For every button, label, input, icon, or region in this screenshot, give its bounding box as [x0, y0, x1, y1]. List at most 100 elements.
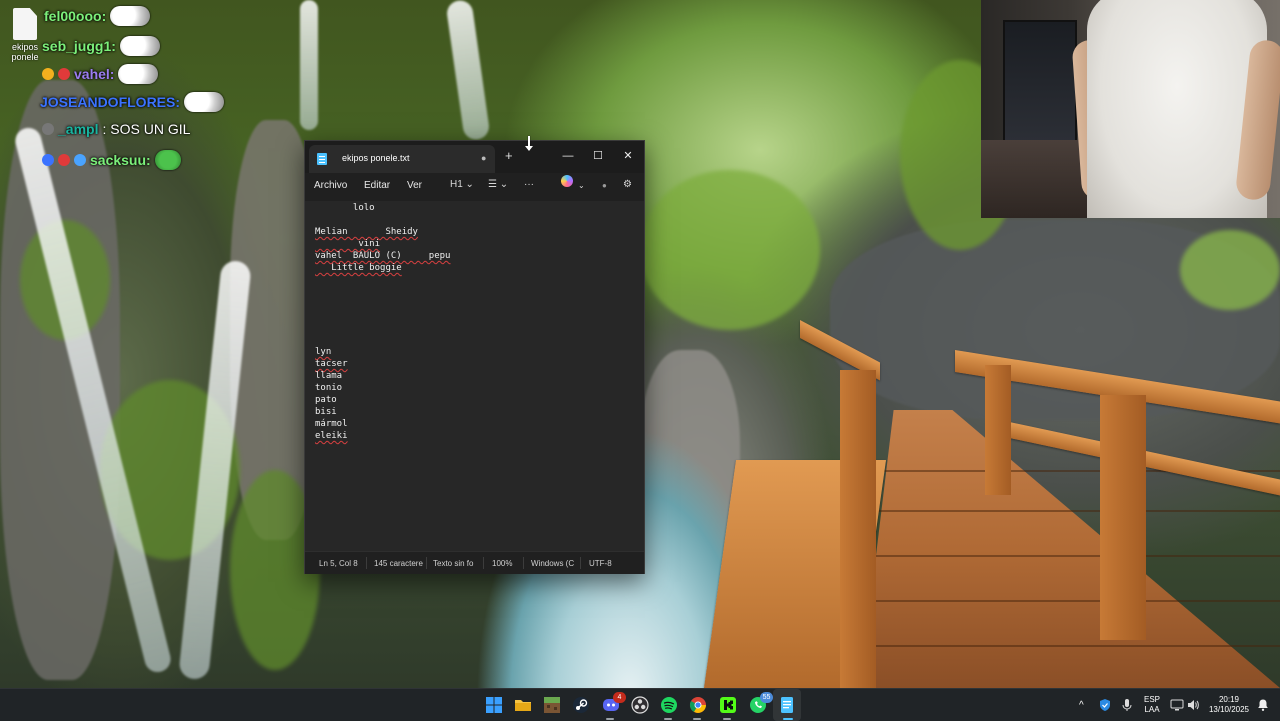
- keyboard-layout: LAA: [1144, 705, 1160, 714]
- text-line: tacser: [315, 359, 348, 369]
- minecraft-icon[interactable]: [542, 695, 562, 715]
- chat-message: seb_jugg1:: [42, 36, 160, 56]
- volume-icon[interactable]: [1186, 698, 1200, 712]
- kick-icon[interactable]: [718, 695, 738, 715]
- chat-badge-icon: [42, 68, 54, 80]
- heading-dropdown[interactable]: H1 ⌄: [450, 179, 474, 190]
- menu-bar: Archivo Editar Ver H1 ⌄ ☰ ⌄ ··· ⌄ ● ⚙: [305, 173, 644, 201]
- text-editor-area[interactable]: lolo Melian Sheidy vini vahel BAULO (C) …: [305, 201, 644, 551]
- text-line: bisi: [315, 407, 337, 417]
- network-icon[interactable]: [1170, 698, 1184, 712]
- notification-bell-icon[interactable]: [1257, 698, 1269, 712]
- taskbar: 4 55 ^ ESP LAA 20:19 13/10/2025: [0, 688, 1280, 721]
- menu-archivo[interactable]: Archivo: [314, 180, 347, 191]
- copilot-icon[interactable]: [561, 175, 573, 187]
- cursor-position: Ln 5, Col 8: [319, 559, 358, 568]
- chat-message: _ampl : SOS UN GIL: [42, 121, 190, 137]
- emote-icon: [119, 36, 160, 56]
- chat-username: JOSEANDOFLORES:: [40, 94, 181, 110]
- mouse-cursor-icon: [525, 136, 533, 151]
- notification-badge: 55: [760, 692, 773, 703]
- character-count: 145 caractere: [374, 559, 423, 568]
- chat-username: vahel:: [74, 66, 115, 82]
- text-line: mármol: [315, 419, 348, 429]
- whatsapp-icon[interactable]: 55: [748, 692, 773, 715]
- text-line: Melian Sheidy: [315, 227, 418, 237]
- clock[interactable]: 20:19 13/10/2025: [1204, 695, 1254, 715]
- text-line: Little boggie: [315, 263, 402, 273]
- text-format-status[interactable]: Texto sin fo: [433, 559, 473, 568]
- clock-date: 13/10/2025: [1208, 705, 1250, 714]
- notification-badge: 4: [613, 692, 626, 703]
- close-button[interactable]: ✕: [613, 141, 643, 173]
- notepad-icon: [317, 153, 327, 165]
- desktop-file-icon[interactable]: ekipos ponele: [8, 8, 42, 62]
- text-line: tonio: [315, 383, 343, 393]
- obs-icon[interactable]: [630, 695, 650, 715]
- chat-username: _ampl: [58, 121, 99, 137]
- status-divider: [483, 557, 484, 569]
- list-dropdown[interactable]: ☰ ⌄: [488, 179, 508, 190]
- chat-badge-icon: [74, 154, 86, 166]
- text-line: vini: [315, 239, 381, 249]
- chat-message: fel00ooo:: [44, 6, 151, 26]
- copilot-chevron-icon[interactable]: ⌄: [578, 181, 585, 190]
- zoom-level[interactable]: 100%: [492, 559, 512, 568]
- steam-icon[interactable]: [571, 695, 591, 715]
- text-line: llama: [315, 371, 343, 381]
- security-shield-icon[interactable]: [1098, 698, 1112, 712]
- text-line: eleiki: [315, 431, 348, 441]
- spotify-icon[interactable]: [659, 695, 679, 715]
- unsaved-dot-icon[interactable]: ●: [481, 153, 486, 163]
- text-line: pato: [315, 395, 337, 405]
- tray-overflow-chevron-icon[interactable]: ^: [1079, 689, 1084, 721]
- file-explorer-icon[interactable]: [513, 695, 533, 715]
- encoding-status[interactable]: UTF-8: [589, 559, 612, 568]
- text-file-icon: [13, 8, 37, 40]
- text-line: lolo: [315, 203, 375, 213]
- more-options-button[interactable]: ···: [524, 179, 534, 190]
- desktop-file-label: ekipos ponele: [11, 42, 39, 62]
- webcam-background-couch: [981, 140, 1091, 218]
- settings-gear-icon[interactable]: ⚙: [623, 179, 632, 190]
- language-code: ESP: [1143, 695, 1160, 704]
- chat-badge-icon: [58, 154, 70, 166]
- status-divider: [580, 557, 581, 569]
- chat-message: sacksuu:: [42, 150, 181, 170]
- notepad-window[interactable]: ekipos ponele.txt ● + — ☐ ✕ Archivo Edit…: [304, 140, 645, 574]
- emote-icon: [118, 64, 159, 84]
- text-line: lyn: [315, 347, 332, 357]
- chat-text: : SOS UN GIL: [102, 121, 191, 137]
- tab-title: ekipos ponele.txt: [342, 153, 410, 163]
- discord-icon[interactable]: 4: [601, 692, 626, 715]
- tab-ekipos-ponele[interactable]: ekipos ponele.txt ●: [309, 145, 495, 173]
- new-tab-button[interactable]: +: [505, 149, 513, 163]
- text-line: vahel BAULO (C) pepu: [315, 251, 451, 261]
- title-bar[interactable]: ekipos ponele.txt ● + — ☐ ✕: [305, 141, 644, 173]
- status-divider: [523, 557, 524, 569]
- chat-badge-icon: [58, 68, 70, 80]
- notepad-icon[interactable]: [777, 695, 797, 715]
- chat-username: fel00ooo:: [44, 8, 107, 24]
- chat-message: vahel:: [42, 64, 159, 84]
- clock-time: 20:19: [1218, 695, 1240, 704]
- chat-badge-icon: [42, 154, 54, 166]
- emote-icon: [154, 150, 181, 170]
- status-divider: [366, 557, 367, 569]
- account-icon[interactable]: ●: [602, 181, 607, 190]
- line-ending-status[interactable]: Windows (C: [531, 559, 574, 568]
- menu-ver[interactable]: Ver: [407, 180, 422, 191]
- chat-username: sacksuu:: [90, 152, 151, 168]
- status-bar: Ln 5, Col 8 145 caractere Texto sin fo 1…: [305, 551, 644, 574]
- input-language[interactable]: ESP LAA: [1140, 695, 1164, 715]
- minimize-button[interactable]: —: [553, 141, 583, 173]
- microphone-icon[interactable]: [1121, 698, 1133, 712]
- webcam-background-window: [1003, 20, 1077, 144]
- maximize-button[interactable]: ☐: [583, 141, 613, 173]
- menu-editar[interactable]: Editar: [364, 180, 390, 191]
- windows-start-icon[interactable]: [484, 695, 504, 715]
- status-divider: [426, 557, 427, 569]
- chat-message: JOSEANDOFLORES:: [40, 92, 225, 112]
- chrome-icon[interactable]: [688, 695, 708, 715]
- chat-badge-icon: [42, 123, 54, 135]
